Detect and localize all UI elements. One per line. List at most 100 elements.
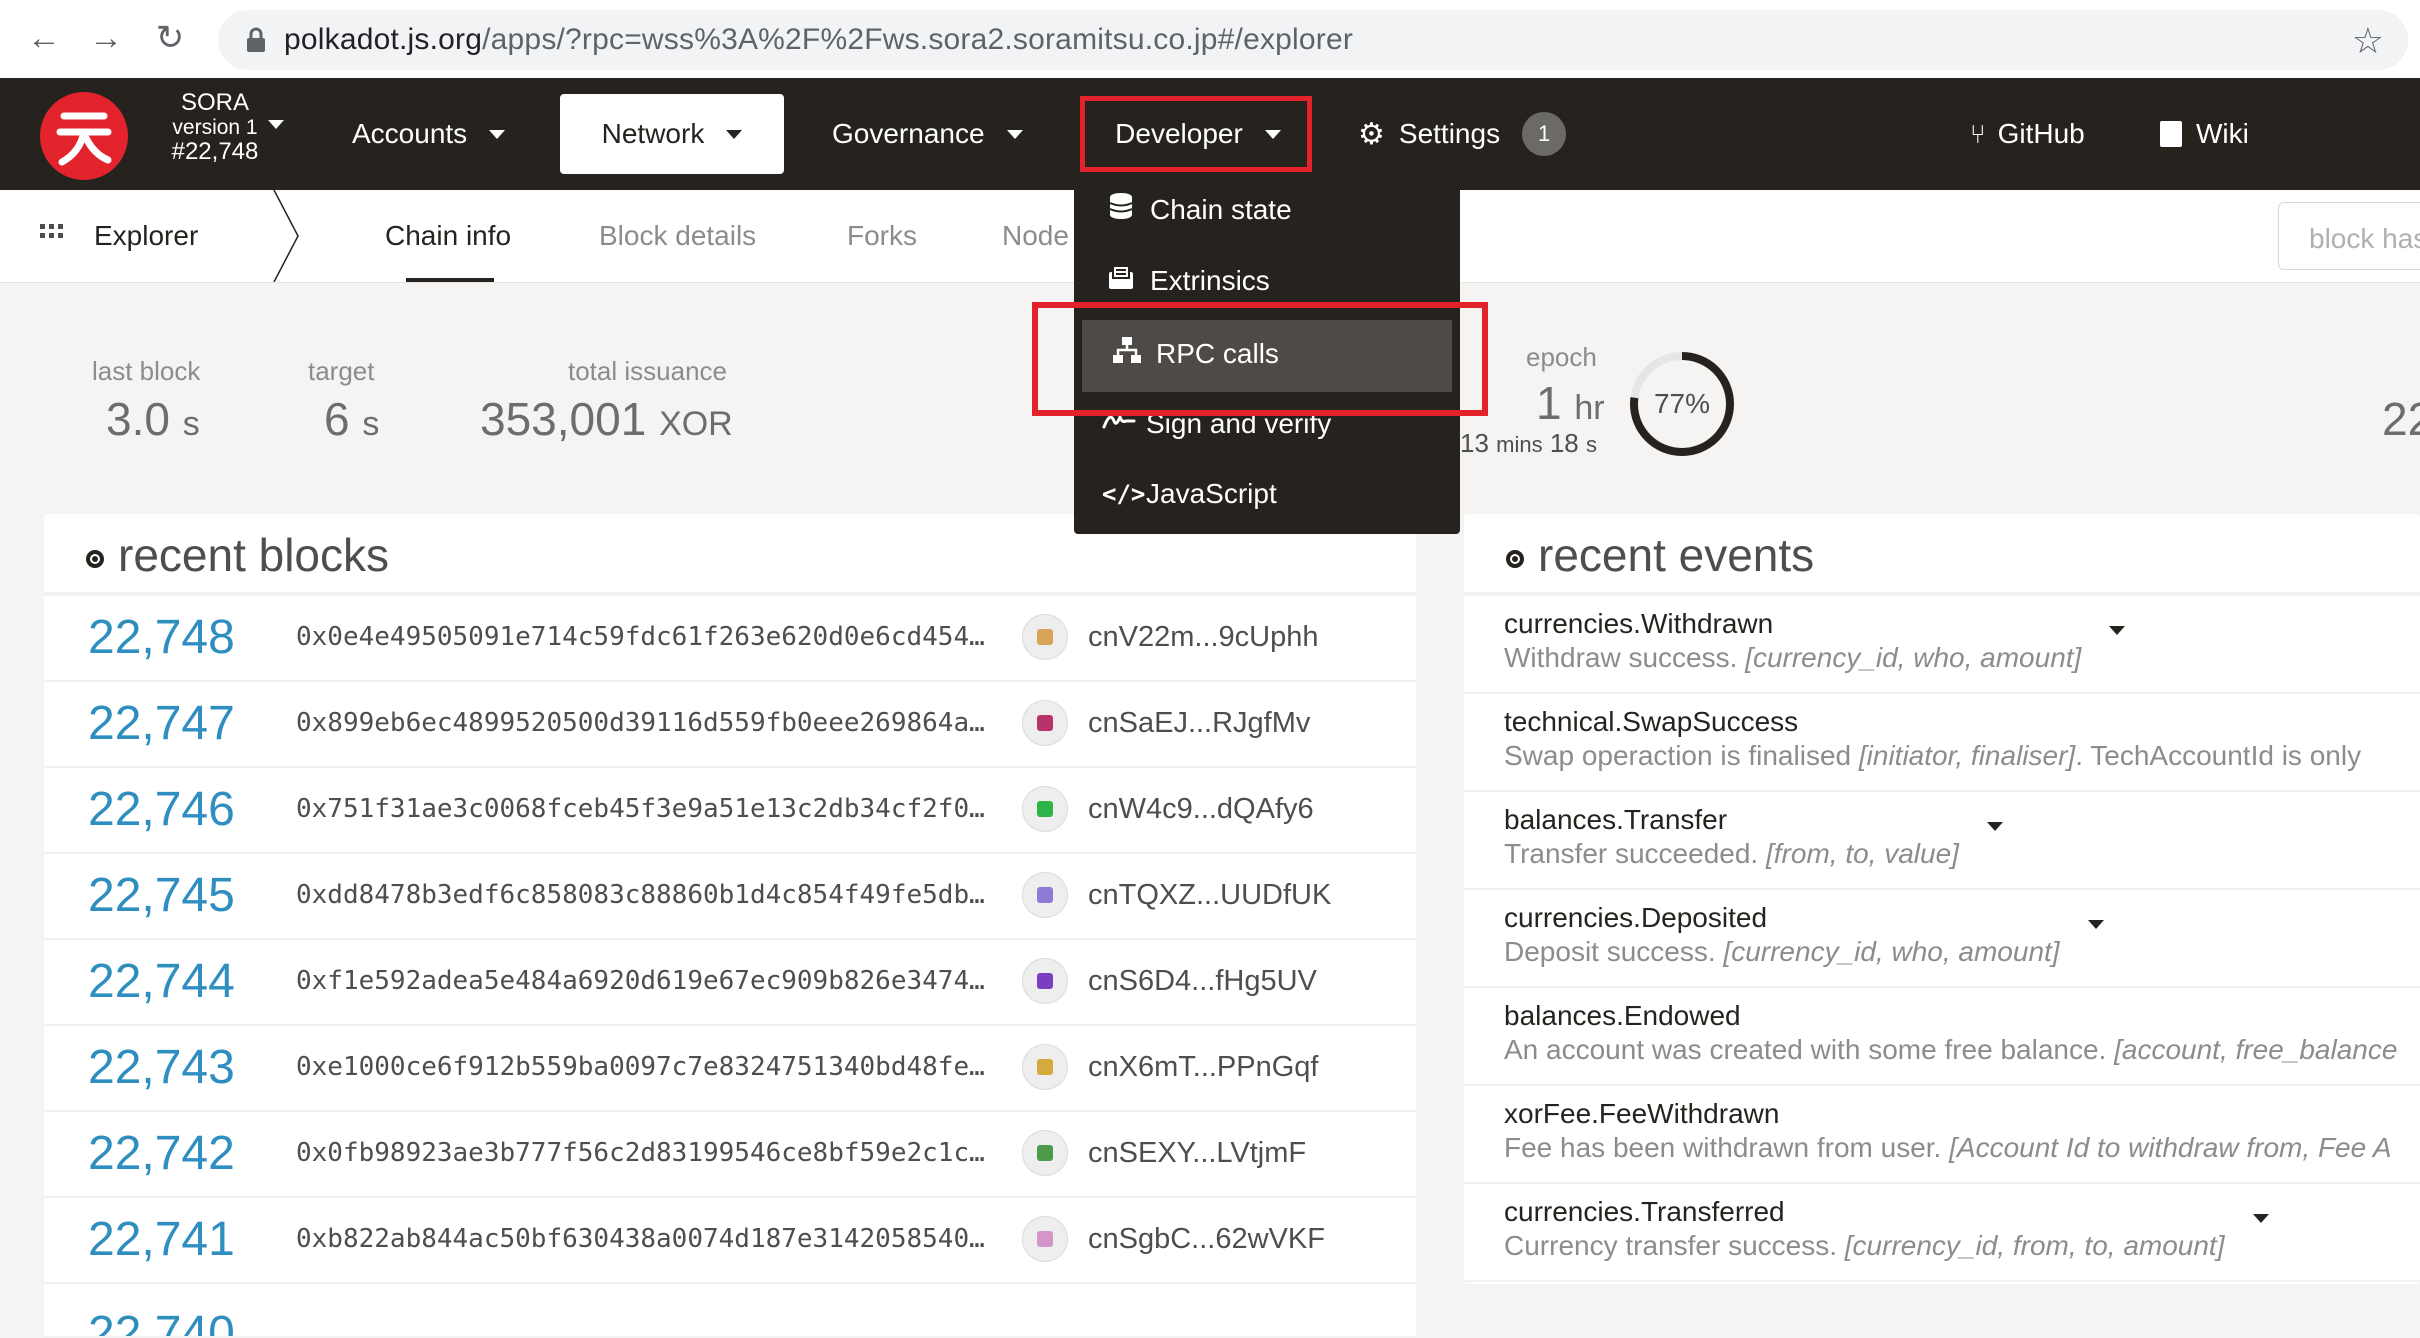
menu-accounts[interactable]: Accounts [352, 94, 572, 174]
menu-governance[interactable]: Governance [832, 94, 1032, 174]
block-hash[interactable]: 0xb822ab844ac50bf630438a0074d187e3142058… [296, 1224, 985, 1254]
block-number[interactable]: 22,742 [88, 1126, 235, 1181]
identicon-pattern [1037, 715, 1053, 731]
author-identicon[interactable] [1022, 872, 1068, 918]
list-item[interactable]: currencies.Transferred Currency transfer … [1464, 1184, 2420, 1282]
menu-settings[interactable]: ⚙ Settings 1 [1358, 94, 1598, 174]
table-row[interactable]: 22,746 0x751f31ae3c0068fceb45f3e9a51e13c2… [44, 768, 1416, 854]
total-issuance-label: total issuance [568, 356, 727, 386]
epoch-secs-unit: s [1586, 432, 1597, 457]
tab-node[interactable]: Node [1002, 220, 1069, 252]
author-identicon[interactable] [1022, 1216, 1068, 1262]
block-number[interactable]: 22,745 [88, 868, 235, 923]
table-row[interactable]: 22,742 0x0fb98923ae3b777f56c2d83199546ce8… [44, 1112, 1416, 1198]
block-hash[interactable]: 0x0fb98923ae3b777f56c2d83199546ce8bf59e2… [296, 1138, 985, 1168]
menu-wiki[interactable]: Wiki [2160, 94, 2280, 174]
back-arrow-icon[interactable]: ← [22, 16, 66, 60]
total-issuance-number: 353,001 [480, 393, 647, 445]
menu-item-extrinsics[interactable]: Extrinsics [1106, 264, 1270, 297]
code-branch-icon: ⑂ [1970, 118, 1986, 149]
url-text: polkadot.js.org/apps/?rpc=wss%3A%2F%2Fws… [284, 23, 1354, 56]
table-row[interactable]: 22,743 0xe1000ce6f912b559ba0097c7e8324751… [44, 1026, 1416, 1112]
recent-events-title-text: recent events [1538, 529, 1815, 581]
block-author[interactable]: cnSgbC...62wVKF [1088, 1223, 1325, 1256]
block-author[interactable]: cnV22m...9cUphh [1088, 621, 1319, 654]
author-identicon[interactable] [1022, 786, 1068, 832]
menu-network-label: Network [601, 118, 705, 149]
author-identicon[interactable] [1022, 958, 1068, 1004]
address-bar[interactable]: polkadot.js.org/apps/?rpc=wss%3A%2F%2Fws… [218, 10, 2408, 70]
block-author[interactable]: cnSaEJ...RJgfMv [1088, 707, 1310, 740]
event-name: currencies.Deposited [1504, 902, 1768, 933]
menu-network[interactable]: Network [560, 94, 784, 174]
chevron-down-icon[interactable] [268, 120, 284, 129]
event-params: [currency_id, who, amount] [1745, 642, 2082, 673]
author-identicon[interactable] [1022, 614, 1068, 660]
tab-block-details[interactable]: Block details [599, 220, 756, 252]
event-name: balances.Transfer [1504, 804, 1728, 835]
recent-blocks-dot-icon [86, 549, 104, 568]
total-issuance-unit: XOR [659, 405, 733, 443]
list-item[interactable]: xorFee.FeeWithdrawn Fee has been withdraw… [1464, 1086, 2420, 1184]
block-hash[interactable]: 0x0e4e49505091e714c59fdc61f263e620d0e6cd… [296, 622, 985, 652]
block-author[interactable]: cnS6D4...fHg5UV [1088, 965, 1317, 998]
block-hash[interactable]: 0xdd8478b3edf6c858083c88860b1d4c854f49fe… [296, 880, 985, 910]
menu-github-label: GitHub [1997, 118, 2085, 149]
database-icon [1106, 192, 1136, 227]
author-identicon[interactable] [1022, 1044, 1068, 1090]
author-identicon[interactable] [1022, 1130, 1068, 1176]
block-number[interactable]: 22,741 [88, 1212, 235, 1267]
tab-forks[interactable]: Forks [847, 220, 917, 252]
table-row[interactable]: 22,744 0xf1e592adea5e484a6920d619e67ec909… [44, 940, 1416, 1026]
table-row[interactable]: 22,740 [44, 1296, 1416, 1338]
block-hash[interactable]: 0x751f31ae3c0068fceb45f3e9a51e13c2db34cf… [296, 794, 985, 824]
expand-chevron-icon[interactable] [2109, 626, 2125, 635]
table-row[interactable]: 22,748 0x0e4e49505091e714c59fdc61f263e620… [44, 596, 1416, 682]
menu-github[interactable]: ⑂ GitHub [1970, 94, 2120, 174]
list-item[interactable]: currencies.Withdrawn Withdraw success. [c… [1464, 596, 2420, 694]
event-description: Withdraw success. [currency_id, who, amo… [1504, 642, 2081, 674]
table-row[interactable]: 22,745 0xdd8478b3edf6c858083c88860b1d4c85… [44, 854, 1416, 940]
block-number[interactable]: 22,743 [88, 1040, 235, 1095]
block-author[interactable]: cnX6mT...PPnGqf [1088, 1051, 1319, 1084]
identicon-pattern [1037, 801, 1053, 817]
list-item[interactable]: currencies.Deposited Deposit success. [cu… [1464, 890, 2420, 988]
table-row[interactable]: 22,741 0xb822ab844ac50bf630438a0074d187e3… [44, 1198, 1416, 1284]
event-desc-text: Withdraw success. [1504, 642, 1746, 673]
menu-accounts-label: Accounts [352, 118, 468, 149]
menu-governance-label: Governance [832, 118, 985, 149]
block-number[interactable]: 22,746 [88, 782, 235, 837]
block-hash-search-input[interactable]: block hash [2278, 202, 2420, 270]
epoch-label: epoch [1526, 342, 1597, 372]
block-hash[interactable]: 0xf1e592adea5e484a6920d619e67ec909b826e3… [296, 966, 985, 996]
block-number[interactable]: 22,744 [88, 954, 235, 1009]
block-author[interactable]: cnW4c9...dQAfy6 [1088, 793, 1314, 826]
author-identicon[interactable] [1022, 700, 1068, 746]
table-row[interactable]: 22,747 0x899eb6ec4899520500d39116d559fb0e… [44, 682, 1416, 768]
menu-item-javascript[interactable]: </> JavaScript [1102, 478, 1277, 510]
block-number[interactable]: 22,747 [88, 696, 235, 751]
event-name: currencies.Withdrawn [1504, 608, 1774, 639]
sora-logo[interactable] [40, 92, 128, 180]
chain-name: SORA [180, 89, 249, 116]
block-author[interactable]: cnTQXZ...UUDfUK [1088, 879, 1331, 912]
list-item[interactable]: balances.Transfer Transfer succeeded. [fr… [1464, 792, 2420, 890]
block-hash[interactable]: 0xe1000ce6f912b559ba0097c7e8324751340bd4… [296, 1052, 985, 1082]
epoch-unit: hr [1574, 389, 1605, 427]
block-author[interactable]: cnSEXY...LVtjmF [1088, 1137, 1306, 1170]
block-number[interactable]: 22,748 [88, 610, 235, 665]
expand-chevron-icon[interactable] [2088, 920, 2104, 929]
forward-arrow-icon[interactable]: → [84, 16, 128, 60]
list-item[interactable]: technical.SwapSuccess Swap operaction is … [1464, 694, 2420, 792]
tab-chain-info[interactable]: Chain info [385, 220, 511, 252]
settings-badge: 1 [1522, 112, 1567, 156]
rpc-calls-highlight-box [1032, 302, 1488, 416]
expand-chevron-icon[interactable] [2253, 1214, 2269, 1223]
menu-item-chain-state[interactable]: Chain state [1106, 192, 1292, 227]
expand-chevron-icon[interactable] [1987, 822, 2003, 831]
reload-icon[interactable]: ↻ [148, 16, 192, 60]
bookmark-star-icon[interactable]: ☆ [2352, 20, 2384, 62]
book-icon [2160, 121, 2182, 147]
list-item[interactable]: balances.Endowed An account was created w… [1464, 988, 2420, 1086]
block-hash[interactable]: 0x899eb6ec4899520500d39116d559fb0eee2698… [296, 708, 985, 738]
